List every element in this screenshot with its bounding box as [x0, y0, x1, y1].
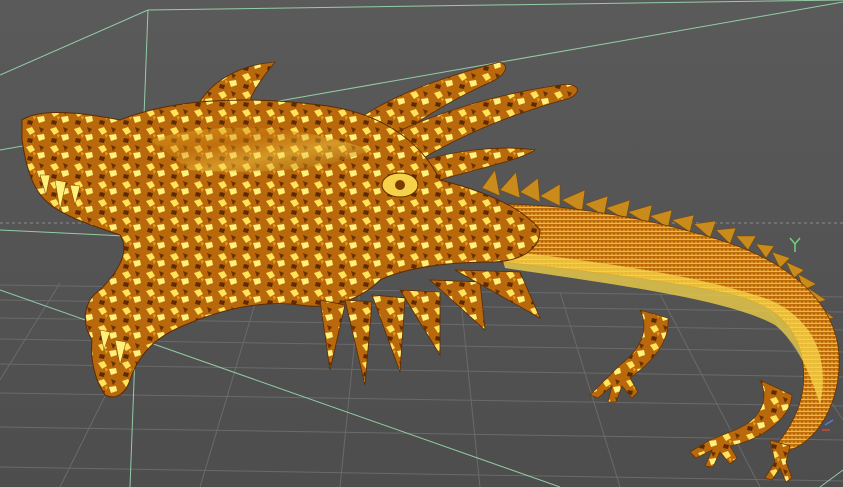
3d-viewport[interactable] [0, 0, 843, 487]
